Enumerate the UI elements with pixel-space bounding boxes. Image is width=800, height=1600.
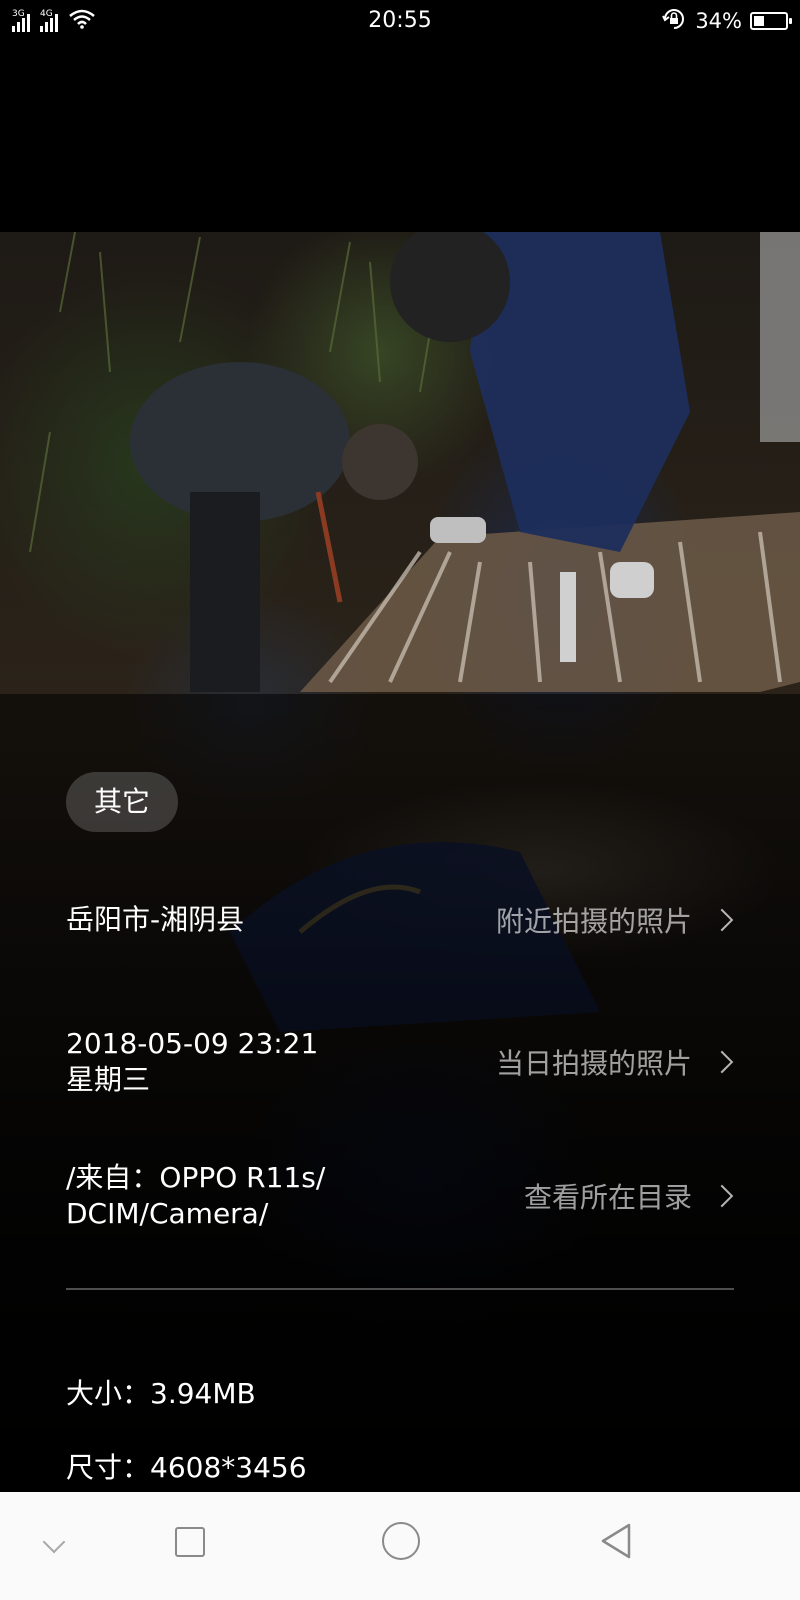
datetime-label: 2018-05-09 23:21 星期三 xyxy=(66,1026,318,1098)
chevron-right-icon xyxy=(710,908,734,932)
nearby-photos-label: 附近拍摄的照片 xyxy=(495,905,692,938)
battery-icon xyxy=(750,12,792,30)
same-day-photos-link[interactable]: 当日拍摄的照片 xyxy=(496,1042,736,1082)
path-row[interactable]: /来自：OPPO R11s/ DCIM/Camera/ 查看所在目录 xyxy=(66,1160,736,1232)
divider xyxy=(66,1288,734,1290)
chevron-right-icon xyxy=(710,1050,734,1074)
chevron-right-icon xyxy=(710,1184,734,1208)
location-label: 岳阳市-湘阴县 xyxy=(66,903,245,936)
back-icon[interactable] xyxy=(594,1520,636,1562)
image-dimensions: 尺寸：4608*3456 xyxy=(66,1451,307,1484)
status-bar: 3G 4G 20:55 34% xyxy=(0,0,800,42)
status-time: 20:55 xyxy=(368,8,432,33)
path-label: /来自：OPPO R11s/ DCIM/Camera/ xyxy=(66,1160,325,1232)
path-line-2: DCIM/Camera/ xyxy=(66,1197,269,1230)
path-line-1: /来自：OPPO R11s/ xyxy=(66,1161,326,1194)
recents-icon[interactable] xyxy=(170,1522,210,1562)
home-icon[interactable] xyxy=(380,1520,422,1562)
photo-details-screen: 3G 4G 20:55 34% 其它 岳阳市-湘阴县 附近拍摄的照片 2018-… xyxy=(0,0,800,1600)
open-folder-label: 查看所在目录 xyxy=(523,1181,692,1214)
nearby-photos-link[interactable]: 附近拍摄的照片 xyxy=(496,900,736,940)
location-row[interactable]: 岳阳市-湘阴县 附近拍摄的照片 xyxy=(66,900,736,940)
same-day-photos-label: 当日拍摄的照片 xyxy=(495,1047,692,1080)
datetime-row[interactable]: 2018-05-09 23:21 星期三 当日拍摄的照片 xyxy=(66,1026,736,1098)
collapse-chevron-icon[interactable] xyxy=(36,1522,72,1562)
date-time: 2018-05-09 23:21 xyxy=(66,1027,319,1060)
battery-fill xyxy=(754,16,764,26)
weekday: 星期三 xyxy=(66,1063,151,1096)
open-folder-link[interactable]: 查看所在目录 xyxy=(524,1176,736,1216)
category-chip[interactable]: 其它 xyxy=(66,772,179,832)
navigation-bar xyxy=(0,1492,800,1600)
file-size: 大小：3.94MB xyxy=(66,1377,256,1410)
